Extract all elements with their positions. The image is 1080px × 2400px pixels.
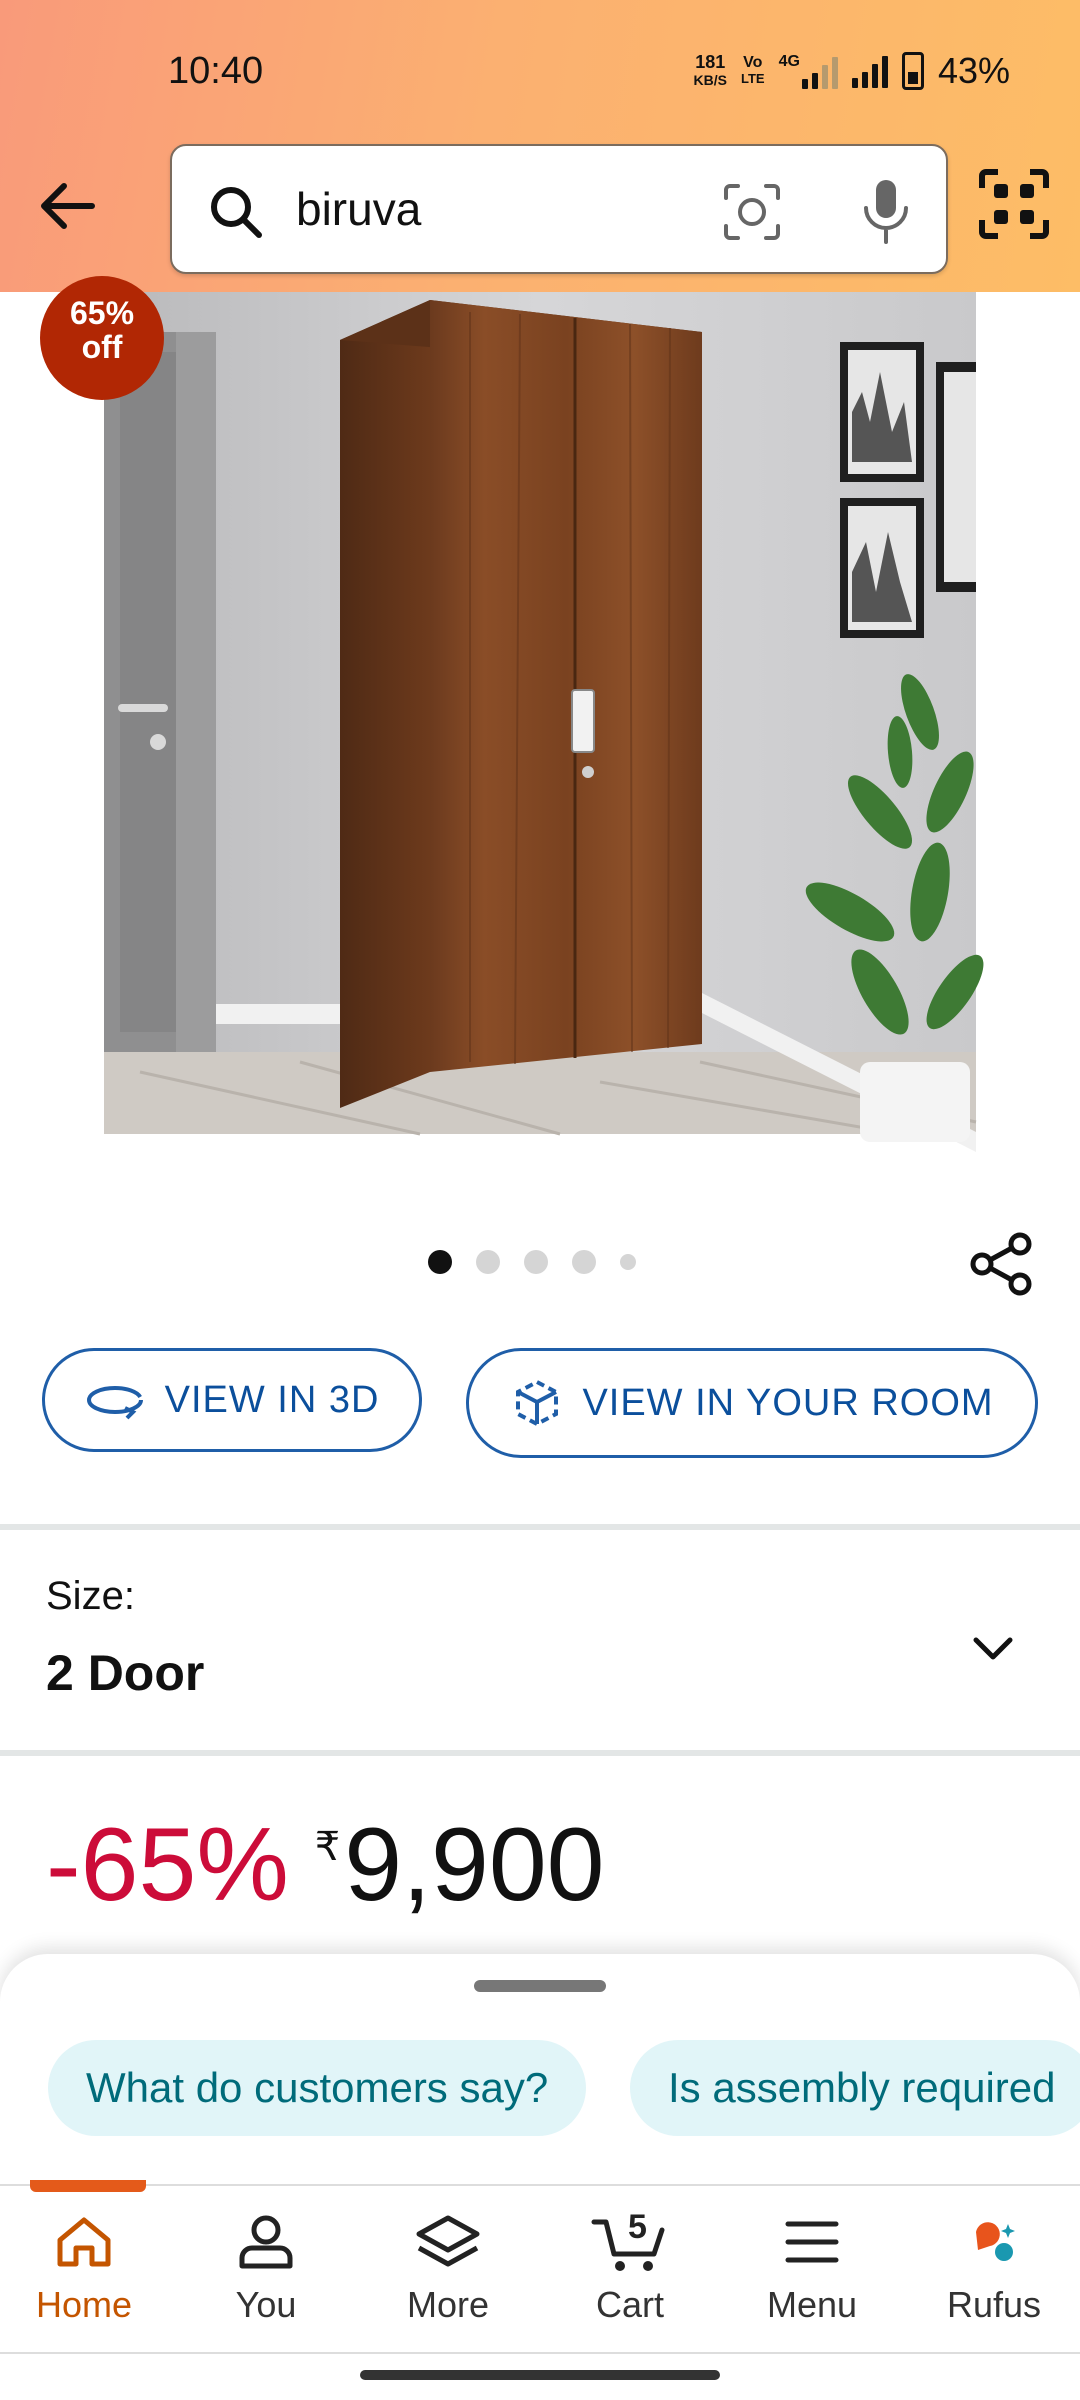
- volte-bottom: LTE: [741, 71, 765, 86]
- wardrobe-photo: [104, 292, 984, 1152]
- bottom-navigation: Home You More 5 Cart Menu Rufus: [0, 2180, 1080, 2354]
- ar-cube-icon: [516, 1379, 559, 1427]
- suggestion-chip[interactable]: Is assembly required: [630, 2040, 1080, 2136]
- discount-percent: -65%: [46, 1807, 289, 1923]
- rufus-suggestion-sheet[interactable]: What do customers say? Is assembly requi…: [0, 1954, 1080, 2184]
- nav-cart-label: Cart: [595, 2284, 664, 2325]
- active-tab-indicator: [30, 2180, 146, 2192]
- network-type: 4G: [778, 53, 800, 70]
- nav-more[interactable]: More: [358, 2214, 538, 2326]
- carousel-dot[interactable]: [524, 1250, 548, 1274]
- nav-you-label: You: [235, 2284, 297, 2325]
- carousel-dot[interactable]: [620, 1254, 636, 1270]
- nav-more-label: More: [406, 2284, 490, 2325]
- carousel-dot[interactable]: [572, 1250, 596, 1274]
- view-in-your-room-label: VIEW IN YOUR ROOM: [582, 1381, 994, 1424]
- layers-icon: [416, 2215, 480, 2267]
- currency-symbol: ₹: [314, 1825, 341, 1869]
- discount-badge-off: off: [81, 329, 123, 365]
- carousel-dot[interactable]: [428, 1250, 452, 1274]
- network-speed-value: 181: [695, 52, 726, 72]
- share-icon[interactable]: [968, 1230, 1036, 1298]
- status-icons: 181 KB/S Vo LTE 4G 43%: [694, 50, 1010, 92]
- person-icon: [239, 2215, 293, 2269]
- size-value: 2 Door: [46, 1645, 205, 1701]
- rotate-3d-icon: [86, 1386, 143, 1420]
- volte-top: Vo: [743, 54, 763, 71]
- price-row: -65% ₹ 9,900: [46, 1800, 605, 1930]
- nav-home-label: Home: [35, 2284, 133, 2325]
- status-bar: 10:40 181 KB/S Vo LTE 4G 43%: [0, 0, 1080, 145]
- signal-icon: [851, 54, 888, 88]
- discount-badge-percent: 65%: [69, 295, 135, 331]
- menu-icon: [785, 2221, 839, 2263]
- search-bar[interactable]: biruva: [170, 144, 948, 274]
- search-input[interactable]: biruva: [296, 182, 421, 236]
- gesture-navigation-bar[interactable]: [360, 2370, 720, 2380]
- nav-rufus[interactable]: Rufus: [904, 2214, 1080, 2326]
- search-icon: [211, 187, 262, 238]
- nav-menu-label: Menu: [766, 2284, 858, 2325]
- product-image[interactable]: [0, 292, 1080, 1192]
- status-time: 10:40: [168, 50, 264, 92]
- section-divider: [0, 1750, 1080, 1756]
- app-header: 10:40 181 KB/S Vo LTE 4G 43% biruva: [0, 0, 1080, 292]
- view-in-your-room-button[interactable]: VIEW IN YOUR ROOM: [466, 1348, 1038, 1458]
- rufus-icon: [976, 2222, 1015, 2261]
- nav-cart[interactable]: 5 Cart: [540, 2208, 720, 2326]
- price-amount: 9,900: [344, 1807, 605, 1923]
- volte-indicator: Vo LTE: [741, 55, 765, 87]
- cart-count-badge: 5: [628, 2208, 647, 2246]
- back-arrow-icon[interactable]: [32, 170, 104, 242]
- network-speed: 181 KB/S: [694, 53, 727, 89]
- home-icon: [57, 2217, 111, 2267]
- nav-you[interactable]: You: [176, 2214, 356, 2326]
- network-speed-unit: KB/S: [693, 72, 727, 88]
- view-in-3d-label: VIEW IN 3D: [164, 1378, 380, 1421]
- nav-menu[interactable]: Menu: [722, 2214, 902, 2326]
- chevron-down-icon[interactable]: [968, 1624, 1018, 1674]
- battery-percent: 43%: [937, 50, 1010, 91]
- nav-rufus-label: Rufus: [946, 2284, 1042, 2325]
- microphone-icon[interactable]: [856, 176, 916, 246]
- nav-bottom-divider: [0, 2352, 1080, 2354]
- qr-scan-icon[interactable]: [978, 168, 1050, 240]
- carousel-dot[interactable]: [476, 1250, 500, 1274]
- suggestion-chip[interactable]: What do customers say?: [48, 2040, 587, 2136]
- battery-icon: [901, 52, 924, 90]
- size-selector[interactable]: Size: 2 Door: [0, 1530, 1080, 1750]
- signal-4g-icon: 4G: [779, 53, 838, 89]
- sheet-drag-handle[interactable]: [474, 1980, 606, 1992]
- image-carousel-dots[interactable]: [428, 1250, 636, 1274]
- discount-badge: 65% off: [40, 276, 164, 400]
- nav-home[interactable]: Home: [0, 2214, 174, 2326]
- view-in-3d-button[interactable]: VIEW IN 3D: [42, 1348, 422, 1452]
- camera-search-icon[interactable]: [720, 180, 784, 244]
- size-label: Size:: [46, 1574, 135, 1618]
